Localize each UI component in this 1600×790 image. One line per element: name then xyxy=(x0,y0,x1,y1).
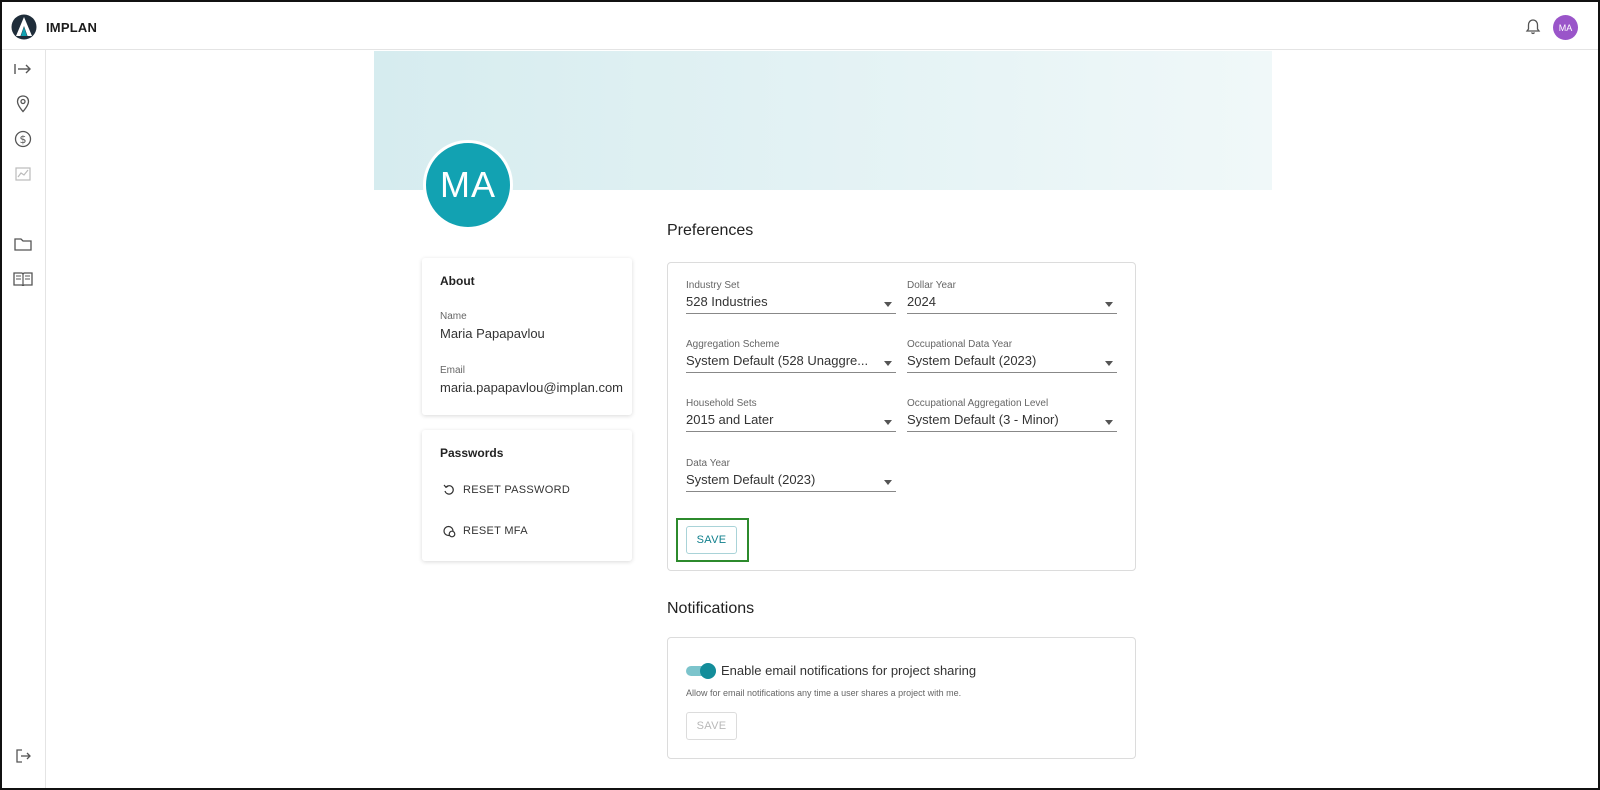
email-notifications-toggle[interactable] xyxy=(686,663,716,679)
name-value: Maria Papapavlou xyxy=(440,326,545,341)
field-value: 2015 and Later xyxy=(686,412,896,432)
field-value: System Default (2023) xyxy=(907,353,1117,373)
field-value: 2024 xyxy=(907,294,1117,314)
about-card: About Name Maria Papapavlou Email maria.… xyxy=(422,258,632,415)
caret-down-icon xyxy=(884,420,892,425)
field-label: Occupational Aggregation Level xyxy=(907,398,1049,409)
reset-password-label: RESET PASSWORD xyxy=(463,484,571,496)
notifications-title: Notifications xyxy=(667,600,755,617)
implan-logo-icon[interactable] xyxy=(11,14,37,40)
user-avatar[interactable]: MA xyxy=(1553,15,1578,40)
field-value: 528 Industries xyxy=(686,294,896,314)
passwords-card: Passwords RESET PASSWORD RESET MFA xyxy=(422,430,632,561)
field-label: Data Year xyxy=(686,458,730,469)
data-year-select[interactable]: Data Year System Default (2023) xyxy=(686,458,896,494)
occupational-data-year-select[interactable]: Occupational Data Year System Default (2… xyxy=(907,339,1117,375)
notifications-save-button[interactable]: SAVE xyxy=(686,712,737,740)
field-label: Dollar Year xyxy=(907,280,956,291)
field-label: Aggregation Scheme xyxy=(686,339,780,350)
location-icon[interactable] xyxy=(13,94,33,114)
chart-icon[interactable] xyxy=(13,164,33,184)
name-label: Name xyxy=(440,311,467,322)
mfa-icon xyxy=(442,524,456,538)
email-value: maria.papapavlou@implan.com xyxy=(440,380,624,395)
field-value: System Default (3 - Minor) xyxy=(907,412,1117,432)
caret-down-icon xyxy=(1105,302,1113,307)
sidebar: $ xyxy=(2,50,46,788)
preferences-title: Preferences xyxy=(667,222,754,239)
about-title: About xyxy=(440,274,475,288)
household-sets-select[interactable]: Household Sets 2015 and Later xyxy=(686,398,896,434)
reset-mfa-label: RESET MFA xyxy=(463,525,528,537)
top-bar: IMPLAN MA xyxy=(2,2,1598,50)
book-icon[interactable] xyxy=(13,269,33,289)
notifications-panel: Enable email notifications for project s… xyxy=(667,637,1136,759)
brand-name: IMPLAN xyxy=(46,20,98,35)
field-value: System Default (2023) xyxy=(686,472,896,492)
caret-down-icon xyxy=(1105,420,1113,425)
preferences-panel: Industry Set 528 Industries Dollar Year … xyxy=(667,262,1136,571)
reset-password-button[interactable]: RESET PASSWORD xyxy=(442,483,570,497)
notifications-help-text: Allow for email notifications any time a… xyxy=(686,688,962,698)
profile-avatar: MA xyxy=(423,140,513,230)
toggle-thumb xyxy=(700,663,716,679)
occupational-aggregation-level-select[interactable]: Occupational Aggregation Level System De… xyxy=(907,398,1117,434)
expand-icon[interactable] xyxy=(13,59,33,79)
aggregation-scheme-select[interactable]: Aggregation Scheme System Default (528 U… xyxy=(686,339,896,375)
folder-icon[interactable] xyxy=(13,234,33,254)
reset-icon xyxy=(442,483,456,497)
dollar-year-select[interactable]: Dollar Year 2024 xyxy=(907,280,1117,316)
field-value: System Default (528 Unaggre... xyxy=(686,353,896,373)
dollar-icon[interactable]: $ xyxy=(13,129,33,149)
caret-down-icon xyxy=(1105,361,1113,366)
bell-icon[interactable] xyxy=(1524,18,1542,36)
reset-mfa-button[interactable]: RESET MFA xyxy=(442,524,528,538)
caret-down-icon xyxy=(884,361,892,366)
email-label: Email xyxy=(440,365,466,376)
toggle-label: Enable email notifications for project s… xyxy=(721,663,977,678)
field-label: Industry Set xyxy=(686,280,740,291)
svg-text:$: $ xyxy=(20,133,27,146)
preferences-save-button[interactable]: SAVE xyxy=(686,526,737,554)
logout-icon[interactable] xyxy=(13,746,33,766)
app-window: IMPLAN MA $ MA About Name Maria Papapavl… xyxy=(0,0,1600,790)
field-label: Occupational Data Year xyxy=(907,339,1013,350)
caret-down-icon xyxy=(884,480,892,485)
passwords-title: Passwords xyxy=(440,446,504,460)
caret-down-icon xyxy=(884,302,892,307)
field-label: Household Sets xyxy=(686,398,757,409)
industry-set-select[interactable]: Industry Set 528 Industries xyxy=(686,280,896,316)
